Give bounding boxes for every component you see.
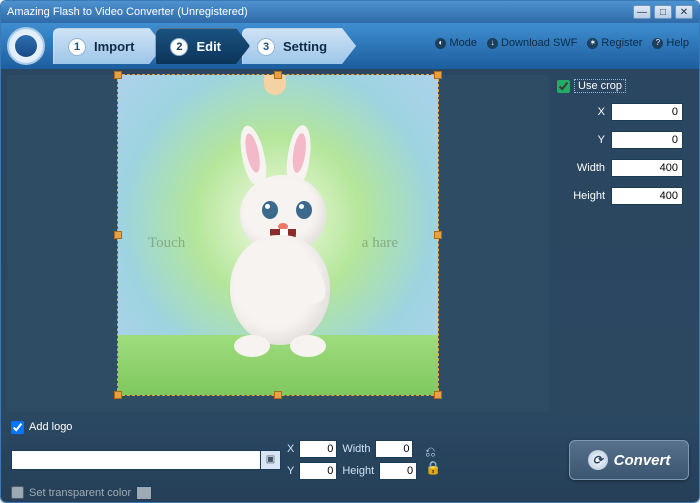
lock-aspect-button[interactable]: ⎌🔒	[425, 444, 441, 476]
step-tabs: 1 Import 2 Edit 3 Setting	[53, 28, 348, 64]
crop-handle-ml[interactable]	[114, 231, 122, 239]
crop-y-input[interactable]	[611, 131, 683, 149]
add-logo-label: Add logo	[29, 421, 72, 433]
lock-icon: ⎌🔒	[425, 444, 441, 475]
crop-x-label: X	[598, 106, 605, 118]
convert-button[interactable]: ⟳ Convert	[569, 440, 689, 480]
logo-width-input[interactable]	[375, 440, 413, 458]
logo-height-input[interactable]	[379, 462, 417, 480]
register-icon: ✶	[587, 38, 598, 49]
close-button[interactable]: ✕	[675, 5, 693, 19]
app-logo-icon	[7, 27, 45, 65]
tab-import-number: 1	[68, 38, 86, 56]
logo-panel: Add logo ▣ X Width Y Height ⎌🔒 Set transpa…	[11, 421, 559, 500]
tab-edit-number: 2	[170, 38, 188, 56]
logo-x-label: X	[287, 443, 294, 455]
tab-import[interactable]: 1 Import	[53, 28, 163, 64]
maximize-button[interactable]: □	[654, 5, 672, 19]
register-link[interactable]: ✶Register	[587, 37, 642, 49]
tab-edit[interactable]: 2 Edit	[155, 28, 250, 64]
download-icon: ↓	[487, 38, 498, 49]
app-window: Amazing Flash to Video Converter (Unregi…	[0, 0, 700, 503]
crop-height-input[interactable]	[611, 187, 683, 205]
help-link[interactable]: ?Help	[652, 37, 689, 49]
crop-handle-bl[interactable]	[114, 391, 122, 399]
crop-sidebar: Use crop X Y Width Height	[553, 75, 693, 412]
crop-y-label: Y	[598, 134, 605, 146]
mode-icon: ◐	[435, 38, 446, 49]
crop-handle-br[interactable]	[434, 391, 442, 399]
logo-path-input[interactable]	[11, 450, 261, 470]
watermark-left: Touch	[148, 235, 185, 252]
minimize-button[interactable]: —	[633, 5, 651, 19]
transparent-color-label: Set transparent color	[29, 487, 131, 499]
crop-preview[interactable]: Touch a hare	[118, 75, 438, 395]
crop-width-label: Width	[577, 162, 605, 174]
window-title: Amazing Flash to Video Converter (Unregi…	[7, 6, 630, 18]
use-crop-checkbox[interactable]	[557, 80, 570, 93]
crop-x-input[interactable]	[611, 103, 683, 121]
tab-setting-label: Setting	[283, 39, 327, 54]
watermark-right: a hare	[362, 235, 398, 252]
logo-y-label: Y	[287, 465, 294, 477]
convert-icon: ⟳	[588, 450, 608, 470]
main-area: Touch a hare Use crop X Y Width Heig	[1, 69, 699, 418]
browse-logo-button[interactable]: ▣	[261, 450, 281, 470]
convert-label: Convert	[614, 452, 671, 469]
logo-height-label: Height	[342, 465, 374, 477]
header-bar: 1 Import 2 Edit 3 Setting ◐Mode ↓Downloa…	[1, 23, 699, 69]
bottom-bar: Add logo ▣ X Width Y Height ⎌🔒 Set transpa…	[1, 418, 699, 502]
crop-handle-tm[interactable]	[274, 71, 282, 79]
tab-setting-number: 3	[257, 38, 275, 56]
tab-setting[interactable]: 3 Setting	[242, 28, 356, 64]
crop-handle-tl[interactable]	[114, 71, 122, 79]
folder-icon: ▣	[266, 454, 275, 465]
logo-width-label: Width	[342, 443, 370, 455]
logo-y-input[interactable]	[299, 462, 337, 480]
use-crop-label: Use crop	[574, 79, 626, 93]
help-icon: ?	[652, 38, 663, 49]
transparent-color-checkbox[interactable]	[11, 486, 24, 499]
crop-handle-tr[interactable]	[434, 71, 442, 79]
titlebar: Amazing Flash to Video Converter (Unregi…	[1, 1, 699, 23]
crop-height-label: Height	[573, 190, 605, 202]
add-logo-checkbox[interactable]	[11, 421, 24, 434]
logo-x-input[interactable]	[299, 440, 337, 458]
crop-handle-mr[interactable]	[434, 231, 442, 239]
download-swf-link[interactable]: ↓Download SWF	[487, 37, 577, 49]
top-links: ◐Mode ↓Download SWF ✶Register ?Help	[435, 37, 689, 49]
crop-width-input[interactable]	[611, 159, 683, 177]
preview-panel: Touch a hare	[7, 75, 549, 412]
preview-image: Touch a hare	[118, 75, 438, 395]
tab-import-label: Import	[94, 39, 134, 54]
crop-handle-bm[interactable]	[274, 391, 282, 399]
mode-link[interactable]: ◐Mode	[435, 37, 477, 49]
transparent-color-swatch[interactable]	[136, 486, 152, 500]
tab-edit-label: Edit	[196, 39, 221, 54]
